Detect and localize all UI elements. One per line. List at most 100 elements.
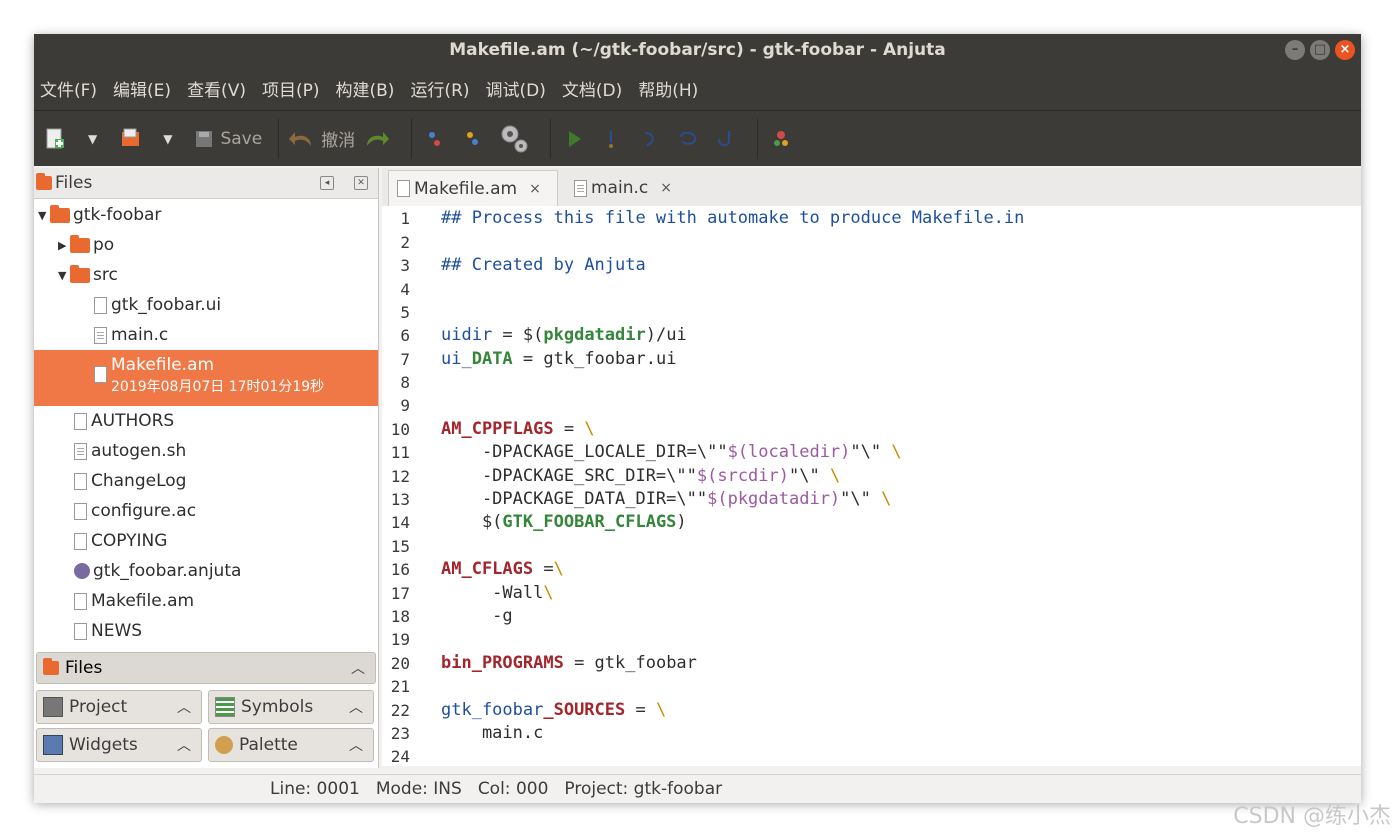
menu-debug[interactable]: 调试(D): [486, 76, 546, 101]
tab-close-icon[interactable]: ×: [660, 180, 672, 196]
tree-item-authors[interactable]: AUTHORS: [34, 406, 378, 436]
menu-build[interactable]: 构建(B): [336, 76, 395, 101]
tree-item-po[interactable]: ▶ po: [34, 230, 378, 260]
tab-main-c[interactable]: main.c ×: [568, 170, 698, 206]
tree-item-main-c[interactable]: main.c: [34, 320, 378, 350]
undo-label: 撤消: [321, 131, 356, 151]
tool3-button[interactable]: [496, 119, 534, 159]
file-icon: [74, 502, 87, 520]
run-to-cursor-icon: [718, 130, 731, 146]
open-dropdown-button[interactable]: ▼: [149, 119, 186, 159]
menu-bar: 文件(F) 编辑(E) 查看(V) 项目(P) 构建(B) 运行(R) 调试(D…: [34, 66, 1361, 110]
menu-edit[interactable]: 编辑(E): [113, 76, 171, 101]
breakpoint-button[interactable]: [766, 119, 796, 159]
line-number: 14: [390, 513, 410, 532]
undo-button[interactable]: 撤消: [287, 119, 355, 159]
folder-icon: [36, 173, 52, 190]
folder-icon: [70, 264, 90, 283]
step-into-button[interactable]: [597, 119, 627, 159]
tree-item-label: ChangeLog: [91, 471, 187, 491]
code-line-3: ## Created by Anjuta: [441, 255, 646, 275]
symbols-icon: [215, 697, 235, 717]
dock-palette-button[interactable]: Palette ︿: [208, 728, 374, 762]
save-button[interactable]: Save: [194, 119, 262, 159]
dock-symbols-button[interactable]: Symbols ︿: [208, 690, 374, 724]
dock-widgets-button[interactable]: Widgets ︿: [36, 728, 202, 762]
line-number: 3: [400, 256, 410, 275]
line-number: 22: [390, 701, 410, 720]
toolbar: ▼ ▼ Save 撤消: [34, 110, 1361, 166]
new-file-button[interactable]: [44, 119, 66, 159]
redo-button[interactable]: [363, 119, 395, 159]
files-panel-title: Files: [55, 173, 93, 193]
tree-item-news[interactable]: NEWS: [34, 616, 378, 646]
menu-docs[interactable]: 文档(D): [562, 76, 622, 101]
collapse-arrow-icon[interactable]: ▶: [58, 239, 70, 252]
tab-close-icon[interactable]: ×: [529, 181, 541, 197]
panel-close-icon[interactable]: ✕: [354, 176, 368, 190]
gears-icon: [501, 125, 528, 152]
tree-item-src[interactable]: ▼ src: [34, 260, 378, 290]
line-number: 24: [390, 747, 410, 766]
dock-files-label: Files: [65, 658, 103, 678]
minimize-button[interactable]: –: [1285, 40, 1305, 60]
tree-item-autogen-sh[interactable]: autogen.sh: [34, 436, 378, 466]
tool2-button[interactable]: [458, 119, 488, 159]
tree-item-gtk-foobar-ui[interactable]: gtk_foobar.ui: [34, 290, 378, 320]
tree-item-label: gtk_foobar.ui: [111, 295, 222, 315]
dock-files-button[interactable]: Files ︿: [36, 652, 376, 684]
tree-item-label: configure.ac: [91, 501, 197, 521]
dock-project-label: Project: [69, 697, 128, 717]
tool1-button[interactable]: [420, 119, 450, 159]
run-to-cursor-button[interactable]: [711, 119, 741, 159]
folder-icon: [43, 658, 59, 675]
tree-item-copying[interactable]: COPYING: [34, 526, 378, 556]
chevron-down-icon: ▼: [163, 131, 173, 146]
step-over-icon: [645, 131, 654, 146]
close-button[interactable]: ×: [1335, 40, 1355, 60]
dock-project-button[interactable]: Project ︿: [36, 690, 202, 724]
step-over-button[interactable]: [635, 119, 665, 159]
maximize-button[interactable]: □: [1310, 40, 1330, 60]
tree-item-label: Makefile.am: [111, 355, 215, 375]
line-number: 20: [390, 654, 410, 673]
tree-item-gtk-foobar-anjuta[interactable]: gtk_foobar.anjuta: [34, 556, 378, 586]
menu-file[interactable]: 文件(F): [40, 76, 97, 101]
new-dropdown-button[interactable]: ▼: [74, 119, 111, 159]
line-number: 11: [390, 443, 410, 462]
file-icon: [74, 592, 87, 610]
chevron-up-icon: ︿: [349, 700, 363, 716]
dock-symbols-label: Symbols: [241, 697, 314, 717]
tab-makefile-am[interactable]: Makefile.am ×: [388, 170, 558, 206]
step-out-button[interactable]: [673, 119, 703, 159]
expand-arrow-icon[interactable]: ▼: [58, 269, 70, 282]
code-editor[interactable]: 1 2 3 4 5 6 7 8 9 10 11 12 13 14 15 16 1…: [382, 206, 1361, 766]
chevron-up-icon: ︿: [177, 738, 191, 754]
code-line-12: -DPACKAGE_SRC_DIR=\""$(srcdir)"\" \: [441, 466, 841, 486]
tree-item-makefile-am-root[interactable]: Makefile.am: [34, 586, 378, 616]
tree-item-gtk-foobar[interactable]: ▼ gtk-foobar: [34, 200, 378, 230]
open-file-icon: [122, 128, 140, 146]
code-line-7: ui_DATA = gtk_foobar.ui: [441, 349, 677, 369]
menu-run[interactable]: 运行(R): [410, 76, 469, 101]
line-number: 17: [390, 584, 410, 603]
expand-arrow-icon[interactable]: ▼: [38, 209, 50, 222]
build-icon: [429, 131, 441, 146]
panel-detach-icon[interactable]: ◂: [320, 176, 334, 190]
code-line-20: bin_PROGRAMS = gtk_foobar: [441, 653, 697, 673]
file-icon: [74, 622, 87, 640]
c-source-file-icon: [94, 326, 107, 344]
tree-item-makefile-am-selected[interactable]: Makefile.am 2019年08月07日 17时01分19秒: [34, 350, 378, 406]
open-file-button[interactable]: [119, 119, 141, 159]
dock-palette-label: Palette: [239, 735, 298, 755]
tree-item-changelog[interactable]: ChangeLog: [34, 466, 378, 496]
status-line: Line: 0001: [270, 779, 360, 799]
menu-help[interactable]: 帮助(H): [638, 76, 698, 101]
menu-project[interactable]: 项目(P): [262, 76, 320, 101]
line-number: 15: [390, 537, 410, 556]
tree-item-configure-ac[interactable]: configure.ac: [34, 496, 378, 526]
run-button[interactable]: [559, 119, 589, 159]
file-icon: [397, 180, 410, 197]
menu-view[interactable]: 查看(V): [187, 76, 246, 101]
status-col: Col: 000: [477, 779, 549, 799]
